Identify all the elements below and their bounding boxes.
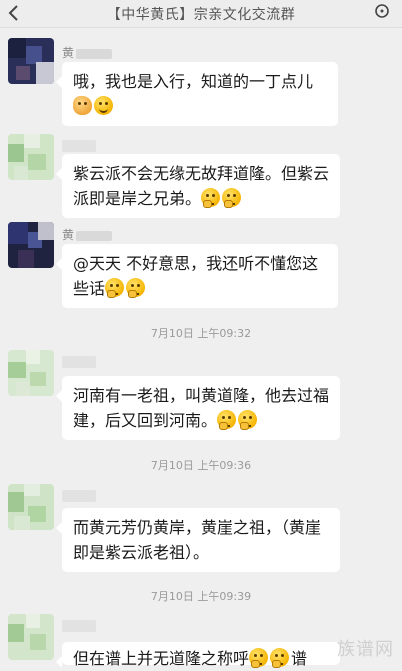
chat-title-bar: 【中华黄氏】宗亲文化交流群 <box>0 0 402 28</box>
message-bubble[interactable]: 紫云派不会无缘无故拜道隆。但紫云派即是岸之兄弟。 <box>56 154 340 218</box>
avatar[interactable] <box>8 614 54 660</box>
message-text-continued: 谱 <box>291 649 308 668</box>
watermark: 族谱网 <box>337 639 394 660</box>
sender-name <box>62 490 96 502</box>
message-text: 但在谱上并无道隆之称呼 <box>73 649 250 668</box>
message-bubble[interactable]: 哦，我也是入行，知道的一丁点儿 <box>56 62 338 126</box>
avatar[interactable] <box>8 222 54 268</box>
sender-name: 黄 <box>62 228 113 242</box>
thinking-emoji-icon <box>270 648 290 668</box>
message-bubble[interactable]: 河南有一老祖，叫黄道隆，他去过福建，后又回到河南。 <box>56 376 340 440</box>
thinking-emoji-icon <box>126 278 146 298</box>
thinking-emoji-icon <box>222 188 242 208</box>
message-text: 河南有一老祖，叫黄道隆，他去过福建，后又回到河南。 <box>73 386 330 430</box>
thinking-emoji-icon <box>249 648 269 668</box>
message-text: 而黄元芳仍黄岸，黄崖之祖，（黄崖即是紫云派老祖）。 <box>73 518 322 562</box>
avatar[interactable] <box>8 350 54 396</box>
avatar[interactable] <box>8 38 54 84</box>
thinking-emoji-icon <box>201 188 221 208</box>
thinking-emoji-icon <box>105 278 125 298</box>
grinning-emoji-icon <box>94 96 113 115</box>
sender-name <box>62 356 96 368</box>
avatar[interactable] <box>8 134 54 180</box>
thinking-emoji-icon <box>238 410 258 430</box>
chat-title: 【中华黄氏】宗亲文化交流群 <box>106 7 296 23</box>
message-bubble[interactable]: @天天 不好意思，我还听不懂您这些话 <box>56 244 338 308</box>
timestamp: 7月10日 上午09:39 <box>150 590 252 603</box>
timestamp: 7月10日 上午09:32 <box>150 327 252 340</box>
handshake-emoji-icon <box>73 96 92 115</box>
message-text: 哦，我也是入行，知道的一丁点儿 <box>73 72 314 91</box>
more-options-icon[interactable] <box>372 2 392 20</box>
avatar[interactable] <box>8 484 54 530</box>
sender-name: 黄 <box>62 46 113 60</box>
timestamp: 7月10日 上午09:36 <box>150 459 252 472</box>
sender-name <box>62 620 96 632</box>
message-bubble[interactable]: 而黄元芳仍黄岸，黄崖之祖，（黄崖即是紫云派老祖）。 <box>56 508 340 572</box>
thinking-emoji-icon <box>217 410 237 430</box>
sender-name <box>62 140 96 152</box>
message-bubble[interactable]: 但在谱上并无道隆之称呼 谱 <box>56 642 340 668</box>
